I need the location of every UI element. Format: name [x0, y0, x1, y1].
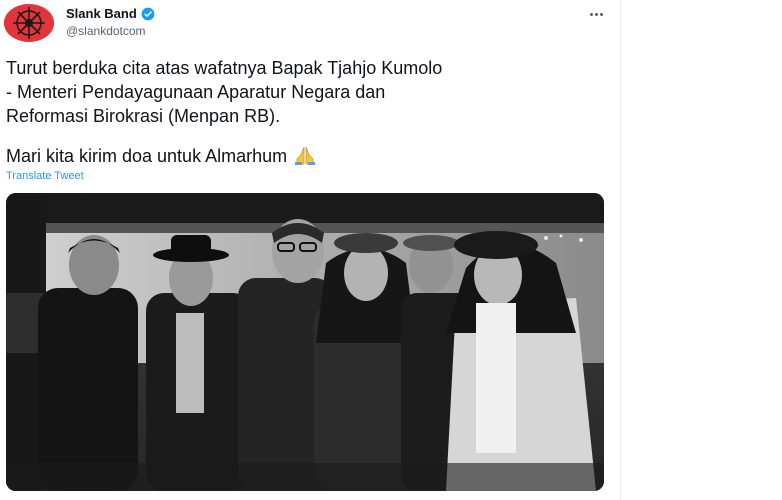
tweet-line-with-emoji: Mari kita kirim doa untuk Almarhum — [6, 144, 606, 168]
more-dot — [594, 12, 598, 16]
translate-tweet-link[interactable]: Translate Tweet — [6, 170, 84, 182]
more-options-button[interactable] — [584, 4, 608, 24]
tweet-text: Turut berduka cita atas wafatnya Bapak T… — [6, 56, 606, 168]
user-handle[interactable]: @slankdotcom — [66, 24, 146, 38]
folded-hands-icon — [295, 146, 316, 165]
tweet-line: Turut berduka cita atas wafatnya Bapak T… — [6, 58, 443, 78]
tweet-line: Reformasi Birokrasi (Menpan RB). — [6, 106, 281, 126]
slank-logo-icon[interactable] — [4, 4, 54, 42]
avatar-logo — [4, 4, 54, 42]
tweet-photo[interactable] — [6, 193, 604, 491]
more-dot — [599, 12, 603, 16]
tweet-line: Mari kita kirim doa untuk Almarhum — [6, 146, 288, 166]
tweet-line: - Menteri Pendayagunaan Aparatur Negara … — [6, 82, 386, 102]
verified-badge-icon — [141, 7, 155, 20]
more-horizontal-icon — [589, 12, 593, 16]
display-name[interactable]: Slank Band — [66, 6, 155, 21]
group-photo-image — [6, 193, 604, 491]
tweet-card: Slank Band @slankdotcom Turut berduka ci… — [0, 0, 621, 500]
display-name-text: Slank Band — [66, 6, 137, 21]
